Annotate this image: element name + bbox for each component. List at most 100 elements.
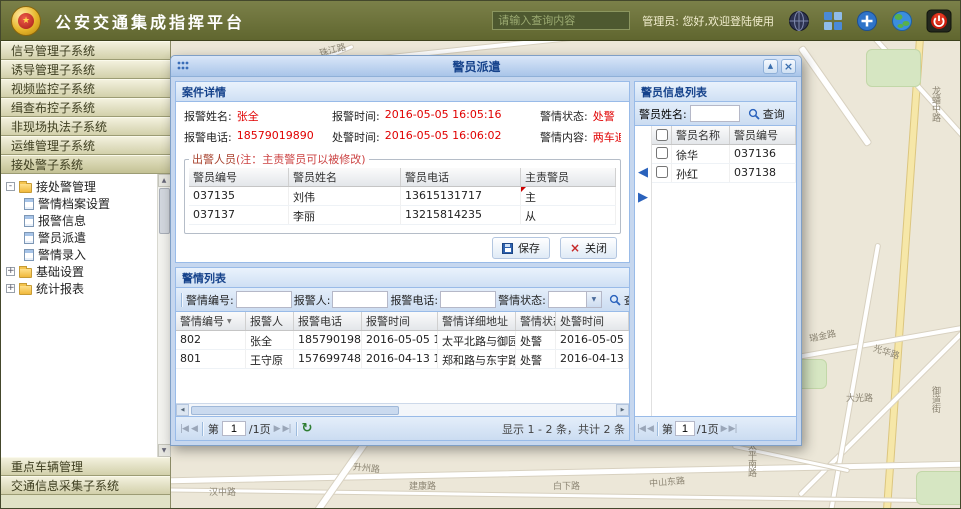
header-search-input[interactable] xyxy=(492,11,630,30)
window-titlebar[interactable]: 警员派遣 ▲ × xyxy=(171,56,801,77)
officer-name-input[interactable] xyxy=(690,105,740,122)
field-caller-name: 报警姓名: 张全 xyxy=(184,108,332,124)
refresh-icon[interactable]: ↻ xyxy=(302,422,313,435)
tree-node-alarm-archive[interactable]: 警情档案设置 xyxy=(24,195,157,212)
officer-search-button[interactable]: 查询 xyxy=(743,104,790,124)
sidebar-item-dispatch[interactable]: 接处警子系统 xyxy=(1,155,170,174)
prev-page-button[interactable]: ◀ xyxy=(647,424,653,434)
primary-officer-cell[interactable]: 从 xyxy=(521,206,616,224)
tree-node-alarm-info[interactable]: 报警信息 xyxy=(24,212,157,229)
tree-node-alarm-entry[interactable]: 警情录入 xyxy=(24,246,157,263)
expand-toggle-icon[interactable]: + xyxy=(6,267,15,276)
sidebar-item-traffic-collection[interactable]: 交通信息采集子系统 xyxy=(1,476,170,495)
primary-officer-cell[interactable]: 主 xyxy=(521,187,616,205)
close-x-icon: × xyxy=(570,242,580,254)
power-logout-icon[interactable] xyxy=(926,9,952,33)
phone-input[interactable] xyxy=(440,291,496,308)
dispatch-grid-row[interactable]: 037135 刘伟 13615131717 主 xyxy=(189,187,616,206)
collapse-toggle-icon[interactable]: - xyxy=(6,182,15,191)
add-plus-icon[interactable] xyxy=(856,10,878,32)
alarm-grid-hscrollbar[interactable]: ◀ ▶ xyxy=(176,403,629,416)
sidebar-item-operation[interactable]: 运维管理子系统 xyxy=(1,136,170,155)
alarm-list-panel: 警情列表 警情编号: 报警人: 报警电话: 警情状态: ▼ xyxy=(175,267,630,441)
dark-globe-icon[interactable] xyxy=(788,10,810,32)
close-window-button[interactable]: × xyxy=(781,59,796,74)
tree-node-dispatch-mgmt[interactable]: - 接处警管理 xyxy=(6,178,157,195)
dispatch-officers-fieldset: 出警人员(注：主责警员可以被修改) 警员编号 警员姓名 警员电话 主责警员 03… xyxy=(184,151,621,234)
hscrollbar-thumb[interactable] xyxy=(191,406,399,415)
last-page-button[interactable]: ▶| xyxy=(283,424,291,434)
column-header[interactable]: 主责警员 xyxy=(521,168,616,186)
officer-paging-toolbar: |◀ ◀ 第 /1页 ▶ ▶| xyxy=(635,416,796,440)
officer-list-header: 警员信息列表 xyxy=(635,82,796,102)
sidebar-item-guidance[interactable]: 诱导管理子系统 xyxy=(1,60,170,79)
scroll-down-arrow[interactable]: ▼ xyxy=(158,444,171,457)
alarm-grid-row[interactable]: 801 王守原 15769974813 2016-04-13 12:... 郑和… xyxy=(176,350,629,369)
column-header[interactable]: 警员编号 xyxy=(189,168,289,186)
officer-grid-row[interactable]: 徐华 037136 xyxy=(652,145,796,164)
scroll-left-arrow[interactable]: ◀ xyxy=(176,404,189,416)
prev-page-button[interactable]: ◀ xyxy=(191,424,197,434)
collapse-window-button[interactable]: ▲ xyxy=(763,59,778,74)
column-header[interactable]: 报警人 xyxy=(246,312,294,330)
last-page-button[interactable]: ▶| xyxy=(729,424,737,434)
scroll-right-arrow[interactable]: ▶ xyxy=(616,404,629,416)
column-header[interactable]: 警员电话 xyxy=(401,168,521,186)
alarm-grid-row[interactable]: 802 张全 18579019890 2016-05-05 16:... 太平北… xyxy=(176,331,629,350)
sidebar-item-signal[interactable]: 信号管理子系统 xyxy=(1,41,170,60)
tree-node-officer-dispatch[interactable]: 警员派遣 xyxy=(24,229,157,246)
window-left-column: 案件详情 报警姓名: 张全 报警时间: 2016-05-05 16:05:16 … xyxy=(175,81,630,441)
column-header[interactable]: 警员名称 xyxy=(672,126,730,144)
header-icon-bar xyxy=(788,9,952,33)
status-combobox: ▼ xyxy=(548,291,602,308)
grid-squares-icon[interactable] xyxy=(823,11,843,31)
scroll-up-arrow[interactable]: ▲ xyxy=(158,174,171,187)
sidebar-item-inspection[interactable]: 缉查布控子系统 xyxy=(1,98,170,117)
sidebar-item-video[interactable]: 视频监控子系统 xyxy=(1,79,170,98)
tree-node-basic-settings[interactable]: + 基础设置 xyxy=(6,263,157,280)
alarm-search-button[interactable]: 查询 xyxy=(604,290,629,310)
row-checkbox[interactable] xyxy=(656,166,668,178)
column-header[interactable]: 警员编号 xyxy=(730,126,796,144)
column-header[interactable]: 警情状态 xyxy=(516,312,556,330)
move-buttons-strip: ◀ ▶ xyxy=(635,126,651,416)
column-header[interactable]: 处警时间 xyxy=(556,312,629,330)
next-page-button[interactable]: ▶ xyxy=(721,424,727,434)
road xyxy=(797,45,872,148)
status-combo-input[interactable] xyxy=(548,291,586,308)
dispatch-grid-row[interactable]: 037137 李丽 13215814235 从 xyxy=(189,206,616,225)
move-left-icon[interactable]: ◀ xyxy=(638,166,648,179)
first-page-button[interactable]: |◀ xyxy=(637,424,645,434)
filter-label-phone: 报警电话: xyxy=(390,292,438,308)
police-emblem-logo: ★ xyxy=(11,6,41,36)
scrollbar-thumb[interactable] xyxy=(159,188,170,234)
move-right-icon[interactable]: ▶ xyxy=(638,191,648,204)
select-all-checkbox[interactable] xyxy=(656,129,668,141)
caller-input[interactable] xyxy=(332,291,388,308)
column-header-alarm-no[interactable]: 警情编号 ▼ xyxy=(176,312,246,330)
page-number-input[interactable] xyxy=(222,421,246,436)
first-page-button[interactable]: |◀ xyxy=(180,424,188,434)
alarm-filter-toolbar: 警情编号: 报警人: 报警电话: 警情状态: ▼ xyxy=(176,288,629,312)
close-button[interactable]: × 关闭 xyxy=(560,237,617,259)
tree-node-statistics[interactable]: + 统计报表 xyxy=(6,280,157,297)
officer-grid-row[interactable]: 孙红 037138 xyxy=(652,164,796,183)
column-header[interactable]: 报警电话 xyxy=(294,312,362,330)
officer-list-panel: 警员信息列表 警员姓名: 查询 ◀ xyxy=(634,81,797,441)
row-checkbox[interactable] xyxy=(656,147,668,159)
sidebar-item-offsite[interactable]: 非现场执法子系统 xyxy=(1,117,170,136)
page-number-input[interactable] xyxy=(675,421,695,436)
combo-dropdown-icon[interactable]: ▼ xyxy=(586,291,602,308)
tree-vertical-scrollbar[interactable]: ▲ ▼ xyxy=(157,174,170,457)
expand-toggle-icon[interactable]: + xyxy=(6,284,15,293)
earth-globe-icon[interactable] xyxy=(891,10,913,32)
column-header[interactable]: 报警时间 xyxy=(362,312,438,330)
officer-grid-header: 警员名称 警员编号 xyxy=(652,126,796,145)
column-header[interactable]: 警员姓名 xyxy=(289,168,401,186)
column-header[interactable]: 警情详细地址 xyxy=(438,312,516,330)
save-button[interactable]: 保存 xyxy=(492,237,550,259)
next-page-button[interactable]: ▶ xyxy=(274,424,280,434)
alarm-no-input[interactable] xyxy=(236,291,292,308)
map-road-label: 御道街 xyxy=(929,386,942,413)
sidebar-item-key-vehicles[interactable]: 重点车辆管理 xyxy=(1,457,170,476)
